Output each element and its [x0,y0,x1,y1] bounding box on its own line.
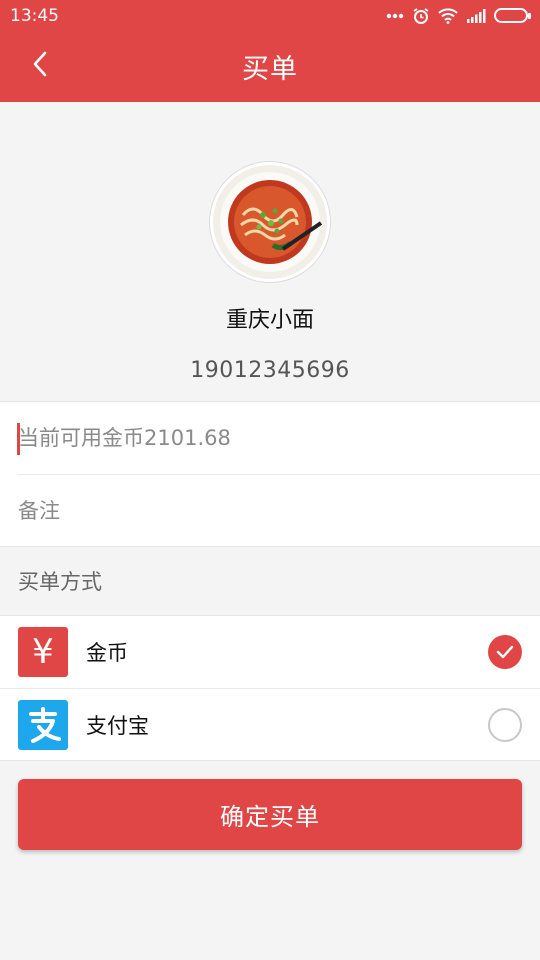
note-input[interactable] [18,498,498,523]
shop-phone: 19012345696 [190,358,350,383]
confirm-payment-button[interactable]: 确定买单 [18,779,522,850]
radio-unchecked[interactable] [488,708,522,742]
wifi-icon [438,7,458,24]
payment-option-label: 支付宝 [86,713,149,738]
alipay-icon [18,700,68,750]
note-row [18,474,540,546]
app-bar: 买单 [0,31,540,102]
payment-option-alipay[interactable]: 支付宝 [0,688,540,760]
checkmark-icon [496,645,514,659]
radio-checked[interactable] [488,635,522,669]
noodle-bowl-image [213,165,327,279]
battery-icon [494,8,531,23]
payment-option-label: 金币 [86,641,128,665]
page-title: 买单 [242,54,298,85]
back-button[interactable] [20,46,60,86]
coins-row [0,402,540,474]
status-time: 13:45 [10,5,59,26]
payment-option-coins[interactable]: ¥ 金币 [0,616,540,688]
shop-avatar [210,162,330,282]
signal-icon [466,8,486,23]
chevron-left-icon [31,50,49,82]
shop-profile: 重庆小面 19012345696 [0,102,540,400]
shop-name: 重庆小面 [225,308,314,333]
status-bar: 13:45 [0,0,540,31]
payment-methods: ¥ 金币 支付宝 [0,615,540,761]
yuan-coin-icon: ¥ [18,627,68,677]
more-dots-icon [386,13,404,19]
text-cursor [17,423,20,455]
payment-method-label: 买单方式 [18,570,102,594]
payment-form [0,401,540,547]
alarm-icon [412,7,430,25]
amount-input[interactable] [18,426,498,450]
status-icons [386,7,531,25]
